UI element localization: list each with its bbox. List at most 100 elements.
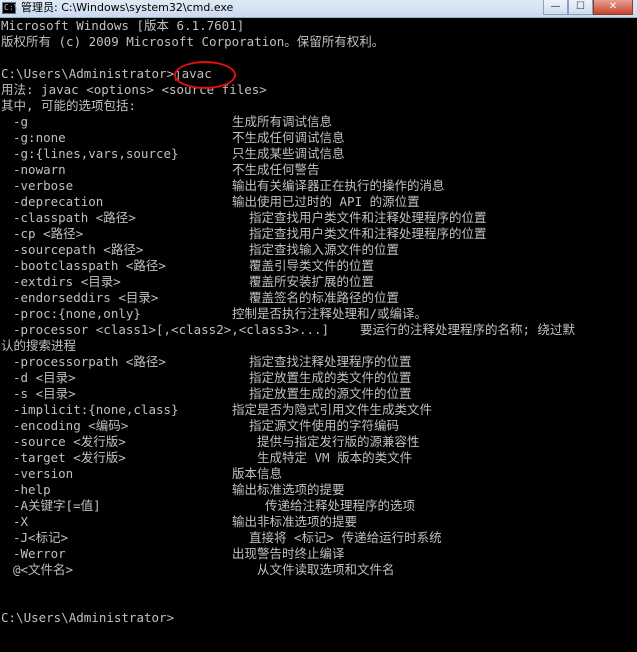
option-description: 指定查找注释处理程序的位置 [249, 354, 412, 369]
command-line: C:\Users\Administrator>javac [1, 66, 637, 82]
option-continuation-line: 认的搜索进程 [1, 338, 77, 353]
option-line: -classpath <路径> 指定查找用户类文件和注释处理程序的位置 [1, 210, 637, 226]
cmd-icon[interactable]: C:\ [2, 2, 18, 14]
option-flag: -implicit:{none,class} [13, 402, 179, 417]
option-line: -proc:{none,only} 控制是否执行注释处理和/或编译。 [1, 306, 637, 322]
minimize-button[interactable]: — [543, 0, 568, 15]
option-line: -target <发行版> 生成特定 VM 版本的类文件 [1, 450, 637, 466]
option-line: -encoding <编码> 指定源文件使用的字符编码 [1, 418, 637, 434]
console-output[interactable]: Microsoft Windows [版本 6.1.7601] 版权所有 (c)… [1, 18, 637, 652]
close-button[interactable]: ✕ [593, 0, 633, 15]
option-flag: -extdirs <目录> [13, 274, 121, 289]
command-text: javac [174, 66, 212, 81]
option-flag: -bootclasspath <路径> [13, 258, 166, 273]
option-line: -X 输出非标准选项的提要 [1, 514, 637, 530]
options-intro-line: 其中, 可能的选项包括: [1, 98, 137, 113]
option-description: 输出标准选项的提要 [232, 482, 345, 497]
usage-line: 用法: javac <options> <source files> [1, 82, 267, 97]
option-description: 指定查找用户类文件和注释处理程序的位置 [249, 210, 487, 225]
option-description: 指定放置生成的类文件的位置 [249, 370, 412, 385]
option-description: 不生成任何警告 [232, 162, 320, 177]
option-line: -extdirs <目录> 覆盖所安装扩展的位置 [1, 274, 637, 290]
option-line: -version 版本信息 [1, 466, 637, 482]
option-flag: -classpath <路径> [13, 210, 136, 225]
option-line: -verbose 输出有关编译器正在执行的操作的消息 [1, 178, 637, 194]
option-line: -bootclasspath <路径> 覆盖引导类文件的位置 [1, 258, 637, 274]
option-flag: -processor <class1>[,<class2>,<class3>..… [13, 322, 330, 337]
option-flag: -g:{lines,vars,source} [13, 146, 179, 161]
option-flag: -cp <路径> [13, 226, 84, 241]
option-description: 覆盖所安装扩展的位置 [249, 274, 375, 289]
option-flag: -processorpath <路径> [13, 354, 166, 369]
option-description: 提供与指定发行版的源兼容性 [257, 434, 420, 449]
option-flag: -target <发行版> [13, 450, 126, 465]
cmd-window: C:\ 管理员: C:\Windows\system32\cmd.exe — ☐… [0, 0, 637, 652]
option-description: 覆盖签名的标准路径的位置 [249, 290, 400, 305]
window-controls: — ☐ ✕ [543, 0, 633, 15]
option-line: -sourcepath <路径> 指定查找输入源文件的位置 [1, 242, 637, 258]
option-line: -A关键字[=值] 传递给注释处理程序的选项 [1, 498, 637, 514]
maximize-button[interactable]: ☐ [568, 0, 593, 15]
prompt-text: C:\Users\Administrator> [1, 66, 175, 81]
option-line: @<文件名> 从文件读取选项和文件名 [1, 562, 637, 578]
option-description: 指定放置生成的源文件的位置 [249, 386, 412, 401]
option-flag: -verbose [13, 178, 74, 193]
option-description: 要运行的注释处理程序的名称; 绕过默 [360, 322, 576, 337]
option-line: -J<标记> 直接将 <标记> 传递给运行时系统 [1, 530, 637, 546]
option-flag: -endorseddirs <目录> [13, 290, 159, 305]
option-line: -implicit:{none,class} 指定是否为隐式引用文件生成类文件 [1, 402, 637, 418]
option-line: -nowarn 不生成任何警告 [1, 162, 637, 178]
option-flag: -help [13, 482, 51, 497]
window-title: 管理员: C:\Windows\system32\cmd.exe [21, 1, 234, 14]
option-description: 传递给注释处理程序的选项 [265, 498, 416, 513]
option-description: 从文件读取选项和文件名 [257, 562, 395, 577]
option-description: 生成所有调试信息 [232, 114, 333, 129]
option-description: 指定源文件使用的字符编码 [249, 418, 400, 433]
option-description: 生成特定 VM 版本的类文件 [257, 450, 413, 465]
option-description: 指定查找用户类文件和注释处理程序的位置 [249, 226, 487, 241]
final-prompt-line: C:\Users\Administrator> [1, 610, 175, 625]
option-description: 出现警告时终止编译 [232, 546, 345, 561]
option-description: 版本信息 [232, 466, 283, 481]
option-line: -source <发行版> 提供与指定发行版的源兼容性 [1, 434, 637, 450]
option-description: 指定是否为隐式引用文件生成类文件 [232, 402, 433, 417]
option-flag: -A关键字[=值] [13, 498, 101, 513]
option-flag: -Werror [13, 546, 66, 561]
option-flag: @<文件名> [13, 562, 74, 577]
title-bar[interactable]: C:\ 管理员: C:\Windows\system32\cmd.exe — ☐… [0, 0, 637, 18]
version-line: Microsoft Windows [版本 6.1.7601] [1, 18, 245, 33]
option-line: -processor <class1>[,<class2>,<class3>..… [1, 322, 637, 338]
option-line: -endorseddirs <目录> 覆盖签名的标准路径的位置 [1, 290, 637, 306]
option-line: -processorpath <路径> 指定查找注释处理程序的位置 [1, 354, 637, 370]
option-description: 直接将 <标记> 传递给运行时系统 [249, 530, 442, 545]
option-description: 输出使用已过时的 API 的源位置 [232, 194, 420, 209]
option-flag: -d <目录> [13, 370, 76, 385]
option-line: -g:{lines,vars,source} 只生成某些调试信息 [1, 146, 637, 162]
option-description: 覆盖引导类文件的位置 [249, 258, 375, 273]
copyright-line: 版权所有 (c) 2009 Microsoft Corporation。保留所有… [1, 34, 385, 49]
option-flag: -encoding <编码> [13, 418, 129, 433]
option-description: 不生成任何调试信息 [232, 130, 345, 145]
option-description: 指定查找输入源文件的位置 [249, 242, 400, 257]
option-flag: -g:none [13, 130, 66, 145]
option-description: 输出非标准选项的提要 [232, 514, 358, 529]
option-flag: -X [13, 514, 29, 529]
option-line: -Werror 出现警告时终止编译 [1, 546, 637, 562]
option-line: -deprecation 输出使用已过时的 API 的源位置 [1, 194, 637, 210]
option-flag: -deprecation [13, 194, 104, 209]
option-flag: -s <目录> [13, 386, 76, 401]
option-line: -d <目录> 指定放置生成的类文件的位置 [1, 370, 637, 386]
option-flag: -proc:{none,only} [13, 306, 141, 321]
option-line: -s <目录> 指定放置生成的源文件的位置 [1, 386, 637, 402]
option-flag: -g [13, 114, 29, 129]
option-line: -g 生成所有调试信息 [1, 114, 637, 130]
option-description: 输出有关编译器正在执行的操作的消息 [232, 178, 445, 193]
option-description: 控制是否执行注释处理和/或编译。 [232, 306, 428, 321]
option-flag: -source <发行版> [13, 434, 126, 449]
option-line: -help 输出标准选项的提要 [1, 482, 637, 498]
option-flag: -version [13, 466, 74, 481]
option-flag: -sourcepath <路径> [13, 242, 144, 257]
